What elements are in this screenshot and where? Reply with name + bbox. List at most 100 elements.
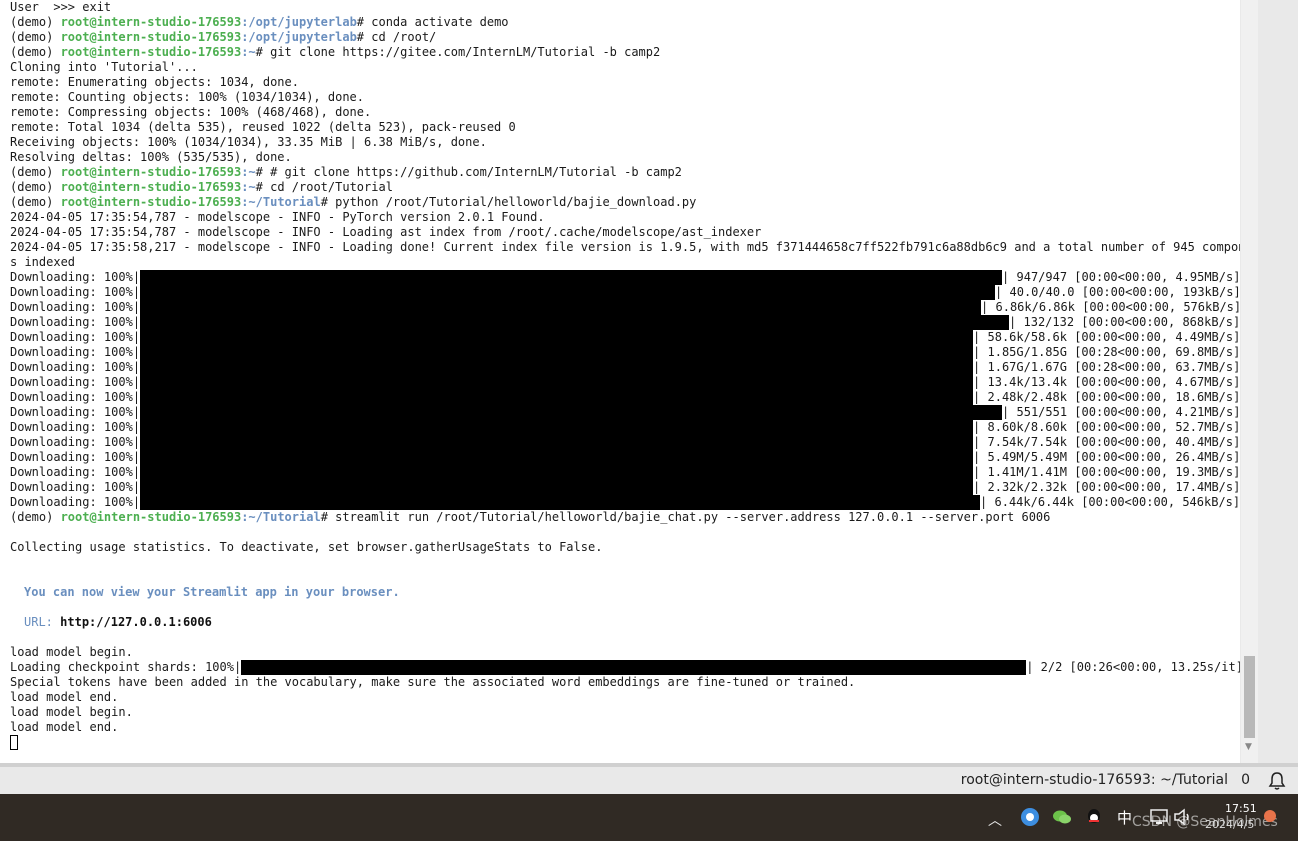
log-line: 2024-04-05 17:35:58,217 - modelscope - I…: [10, 240, 1240, 254]
download-progress-line: Downloading: 100%| | 551/551 [00:00<00:00…: [10, 405, 1240, 420]
qq-icon[interactable]: [1083, 806, 1105, 828]
progress-bar: [140, 420, 974, 435]
download-progress-line: Downloading: 100%| | 2.48k/2.48k [00:00<0…: [10, 390, 1240, 405]
progress-suffix: | 947/947 [00:00<00:00, 4.95MB/s]: [1002, 270, 1240, 284]
terminal-line: remote: Counting objects: 100% (1034/103…: [10, 90, 365, 104]
progress-bar: [140, 270, 1003, 285]
download-progress-line: Downloading: 100%| | 1.41M/1.41M [00:00<0…: [10, 465, 1240, 480]
progress-bar: [241, 660, 1027, 675]
progress-suffix: | 2.32k/2.32k [00:00<00:00, 17.4MB/s]: [973, 480, 1240, 494]
progress-prefix: Downloading: 100%|: [10, 330, 141, 344]
prompt-user: root@intern-studio-176593: [60, 15, 242, 29]
ime-indicator[interactable]: 中: [1117, 807, 1132, 828]
progress-prefix: Downloading: 100%|: [10, 480, 141, 494]
prompt-env: (demo): [10, 30, 61, 44]
bell-icon[interactable]: [1268, 771, 1286, 791]
progress-bar: [140, 480, 974, 495]
terminal-line: remote: Compressing objects: 100% (468/4…: [10, 105, 372, 119]
scrollbar-thumb[interactable]: [1244, 656, 1255, 738]
prompt-env: (demo): [10, 45, 61, 59]
prompt-user: root@intern-studio-176593: [60, 510, 242, 524]
progress-suffix: | 58.6k/58.6k [00:00<00:00, 4.49MB/s]: [973, 330, 1240, 344]
terminal-line: load model begin.: [10, 645, 133, 659]
clock-time[interactable]: 17:51: [1225, 802, 1257, 815]
terminal-window[interactable]: User >>> exit (demo) root@intern-studio-…: [0, 0, 1240, 763]
prompt-line: (demo) root@intern-studio-176593:/opt/ju…: [10, 30, 436, 45]
prompt-path: :~: [241, 45, 256, 59]
prompt-line: (demo) root@intern-studio-176593:~# # gi…: [10, 165, 682, 180]
log-line: 2024-04-05 17:35:54,787 - modelscope - I…: [10, 225, 762, 239]
prompt-env: (demo): [10, 15, 61, 29]
progress-suffix: | 2.48k/2.48k [00:00<00:00, 18.6MB/s]: [973, 390, 1240, 404]
terminal-scrollbar[interactable]: ▼: [1241, 0, 1258, 763]
log-line: 2024-04-05 17:35:54,787 - modelscope - I…: [10, 210, 545, 224]
terminal-line: Resolving deltas: 100% (535/535), done.: [10, 150, 292, 164]
progress-bar: [140, 330, 974, 345]
progress-suffix: | 132/132 [00:00<00:00, 868kB/s]: [1009, 315, 1240, 329]
checkpoint-progress-line: Loading checkpoint shards: 100%| | 2/2 [0…: [10, 660, 1240, 675]
download-progress-line: Downloading: 100%| | 6.86k/6.86k [00:00<0…: [10, 300, 1240, 315]
progress-suffix: | 1.41M/1.41M [00:00<00:00, 19.3MB/s]: [973, 465, 1240, 479]
chevron-up-icon[interactable]: ︿: [988, 810, 1010, 832]
scroll-down-arrow-icon[interactable]: ▼: [1245, 742, 1252, 752]
prompt-line: (demo) root@intern-studio-176593:~# git …: [10, 45, 660, 60]
terminal-line: User >>> exit: [10, 0, 112, 14]
prompt-command: # python /root/Tutorial/helloworld/bajie…: [320, 195, 697, 209]
prompt-path: :/opt/jupyterlab: [241, 15, 357, 29]
progress-suffix: | 2/2 [00:26<00:00, 13.25s/it]: [1026, 660, 1240, 674]
streamlit-url-line: URL: http://127.0.0.1:6006: [24, 615, 212, 630]
download-progress-line: Downloading: 100%| | 7.54k/7.54k [00:00<0…: [10, 435, 1240, 450]
progress-suffix: | 7.54k/7.54k [00:00<00:00, 40.4MB/s]: [973, 435, 1240, 449]
window-margin: [1258, 0, 1298, 763]
progress-bar: [140, 495, 981, 510]
progress-prefix: Downloading: 100%|: [10, 300, 141, 314]
prompt-env: (demo): [10, 510, 61, 524]
progress-suffix: | 6.44k/6.44k [00:00<00:00, 546kB/s]: [980, 495, 1240, 509]
prompt-path: :~/Tutorial: [241, 195, 321, 209]
prompt-line: (demo) root@intern-studio-176593:/opt/ju…: [10, 15, 509, 30]
terminal-cursor: [10, 735, 18, 750]
terminal-line: load model end.: [10, 690, 119, 704]
progress-prefix: Downloading: 100%|: [10, 315, 141, 329]
download-progress-line: Downloading: 100%| | 40.0/40.0 [00:00<00:…: [10, 285, 1240, 300]
browser-icon[interactable]: [1019, 806, 1041, 828]
prompt-path: :~: [241, 180, 256, 194]
progress-bar: [140, 345, 974, 360]
download-progress-line: Downloading: 100%| | 947/947 [00:00<00:00…: [10, 270, 1240, 285]
notification-icon[interactable]: [1264, 810, 1276, 822]
prompt-path: :~/Tutorial: [241, 510, 321, 524]
url-link[interactable]: http://127.0.0.1:6006: [60, 615, 212, 629]
progress-suffix: | 8.60k/8.60k [00:00<00:00, 52.7MB/s]: [973, 420, 1240, 434]
notification-count: 0: [1241, 772, 1250, 788]
progress-bar: [140, 315, 1010, 330]
taskbar: ︿ 中 CSDN @SeanHolmes 17:51 2024/4/5: [0, 794, 1298, 841]
prompt-command: # # git clone https://github.com/InternL…: [255, 165, 682, 179]
progress-bar: [140, 360, 974, 375]
progress-prefix: Downloading: 100%|: [10, 345, 141, 359]
prompt-command: # cd /root/: [356, 30, 437, 44]
progress-bar: [140, 285, 996, 300]
progress-prefix: Downloading: 100%|: [10, 390, 141, 404]
wechat-icon[interactable]: [1051, 806, 1073, 828]
download-progress-line: Downloading: 100%| | 2.32k/2.32k [00:00<0…: [10, 480, 1240, 495]
progress-suffix: | 1.85G/1.85G [00:28<00:00, 69.8MB/s]: [973, 345, 1240, 359]
prompt-env: (demo): [10, 180, 61, 194]
download-progress-line: Downloading: 100%| | 8.60k/8.60k [00:00<0…: [10, 420, 1240, 435]
prompt-line: (demo) root@intern-studio-176593:~/Tutor…: [10, 510, 1050, 525]
download-progress-line: Downloading: 100%| | 5.49M/5.49M [00:00<0…: [10, 450, 1240, 465]
terminal-line: remote: Enumerating objects: 1034, done.: [10, 75, 299, 89]
progress-prefix: Downloading: 100%|: [10, 405, 141, 419]
prompt-env: (demo): [10, 165, 61, 179]
session-title: root@intern-studio-176593: ~/Tutorial: [960, 772, 1228, 788]
url-label: URL:: [24, 615, 53, 629]
terminal-line: Collecting usage statistics. To deactiva…: [10, 540, 603, 554]
clock-date[interactable]: 2024/4/5: [1205, 818, 1254, 831]
progress-bar: [140, 405, 1003, 420]
prompt-user: root@intern-studio-176593: [60, 195, 242, 209]
prompt-path: :/opt/jupyterlab: [241, 30, 357, 44]
terminal-line: Special tokens have been added in the vo…: [10, 675, 856, 689]
progress-bar: [140, 435, 974, 450]
progress-bar: [140, 390, 974, 405]
progress-prefix: Downloading: 100%|: [10, 495, 141, 509]
progress-prefix: Downloading: 100%|: [10, 375, 141, 389]
